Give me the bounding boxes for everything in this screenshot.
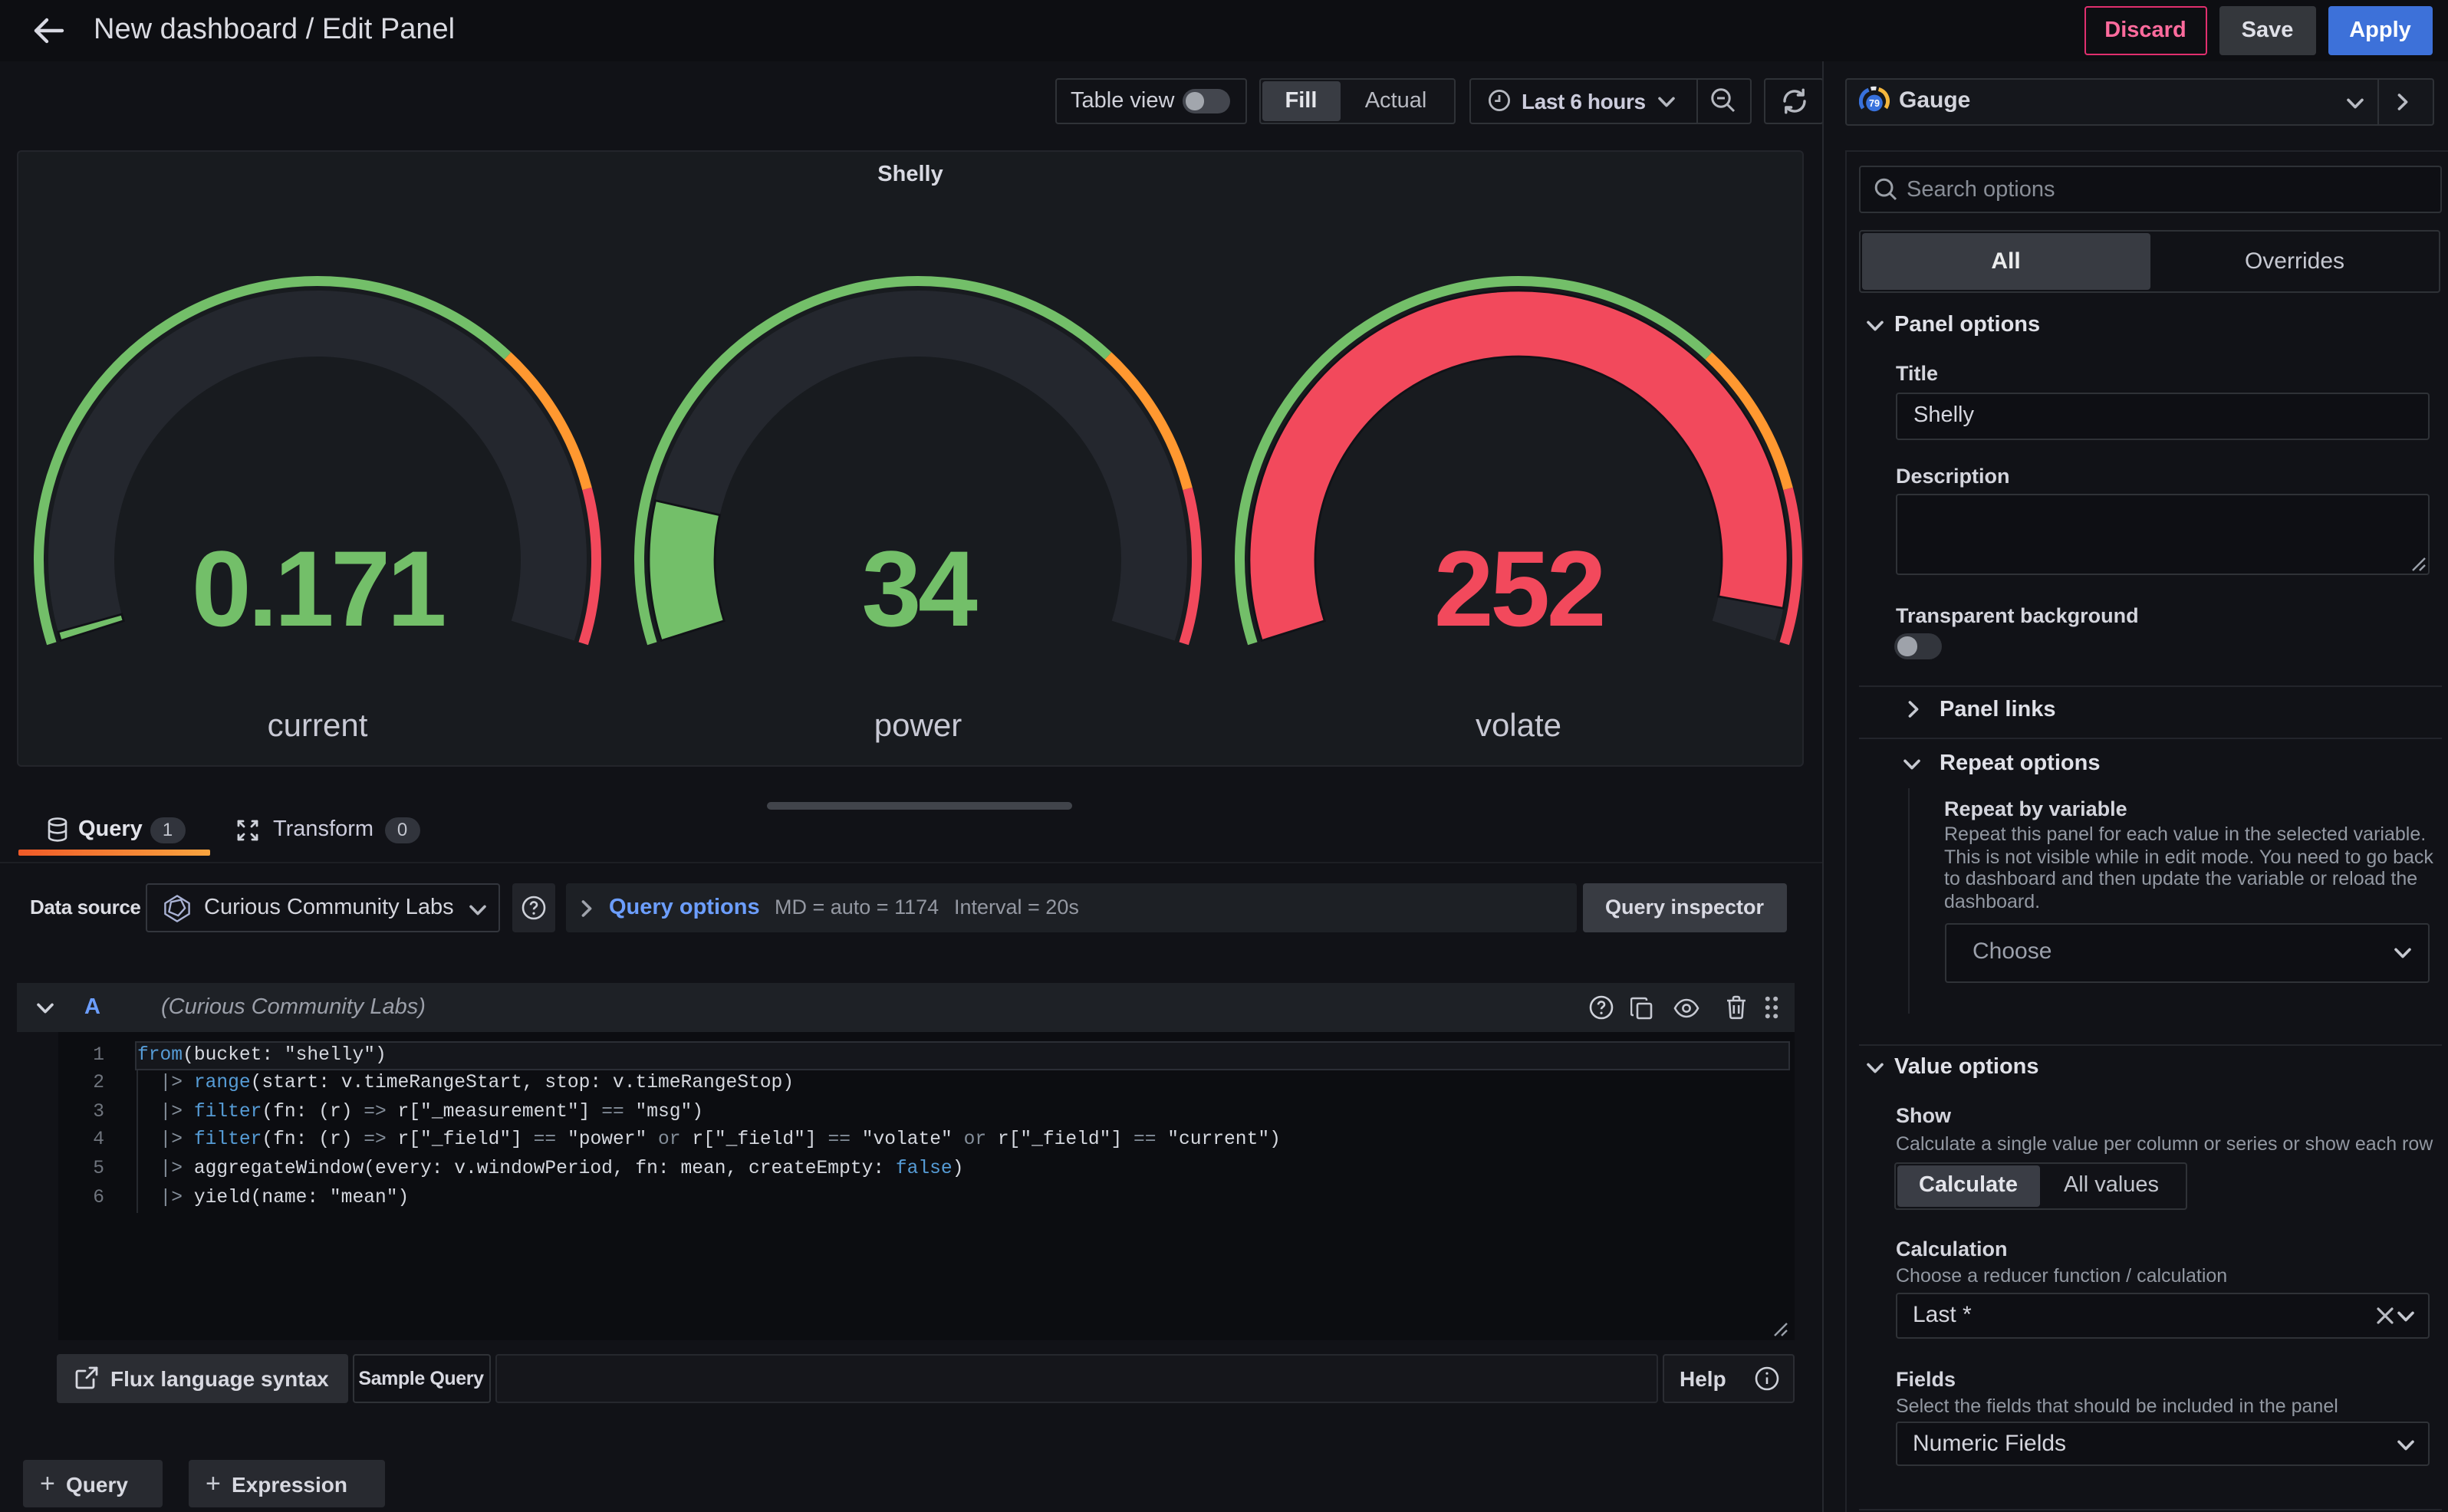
svg-text:79: 79 <box>1869 98 1880 109</box>
svg-text:current: current <box>268 706 368 742</box>
svg-text:34: 34 <box>862 528 978 648</box>
svg-text:252: 252 <box>1434 528 1603 648</box>
svg-text:power: power <box>874 706 962 742</box>
svg-text:0.171: 0.171 <box>192 528 444 648</box>
svg-text:volate: volate <box>1476 706 1561 742</box>
